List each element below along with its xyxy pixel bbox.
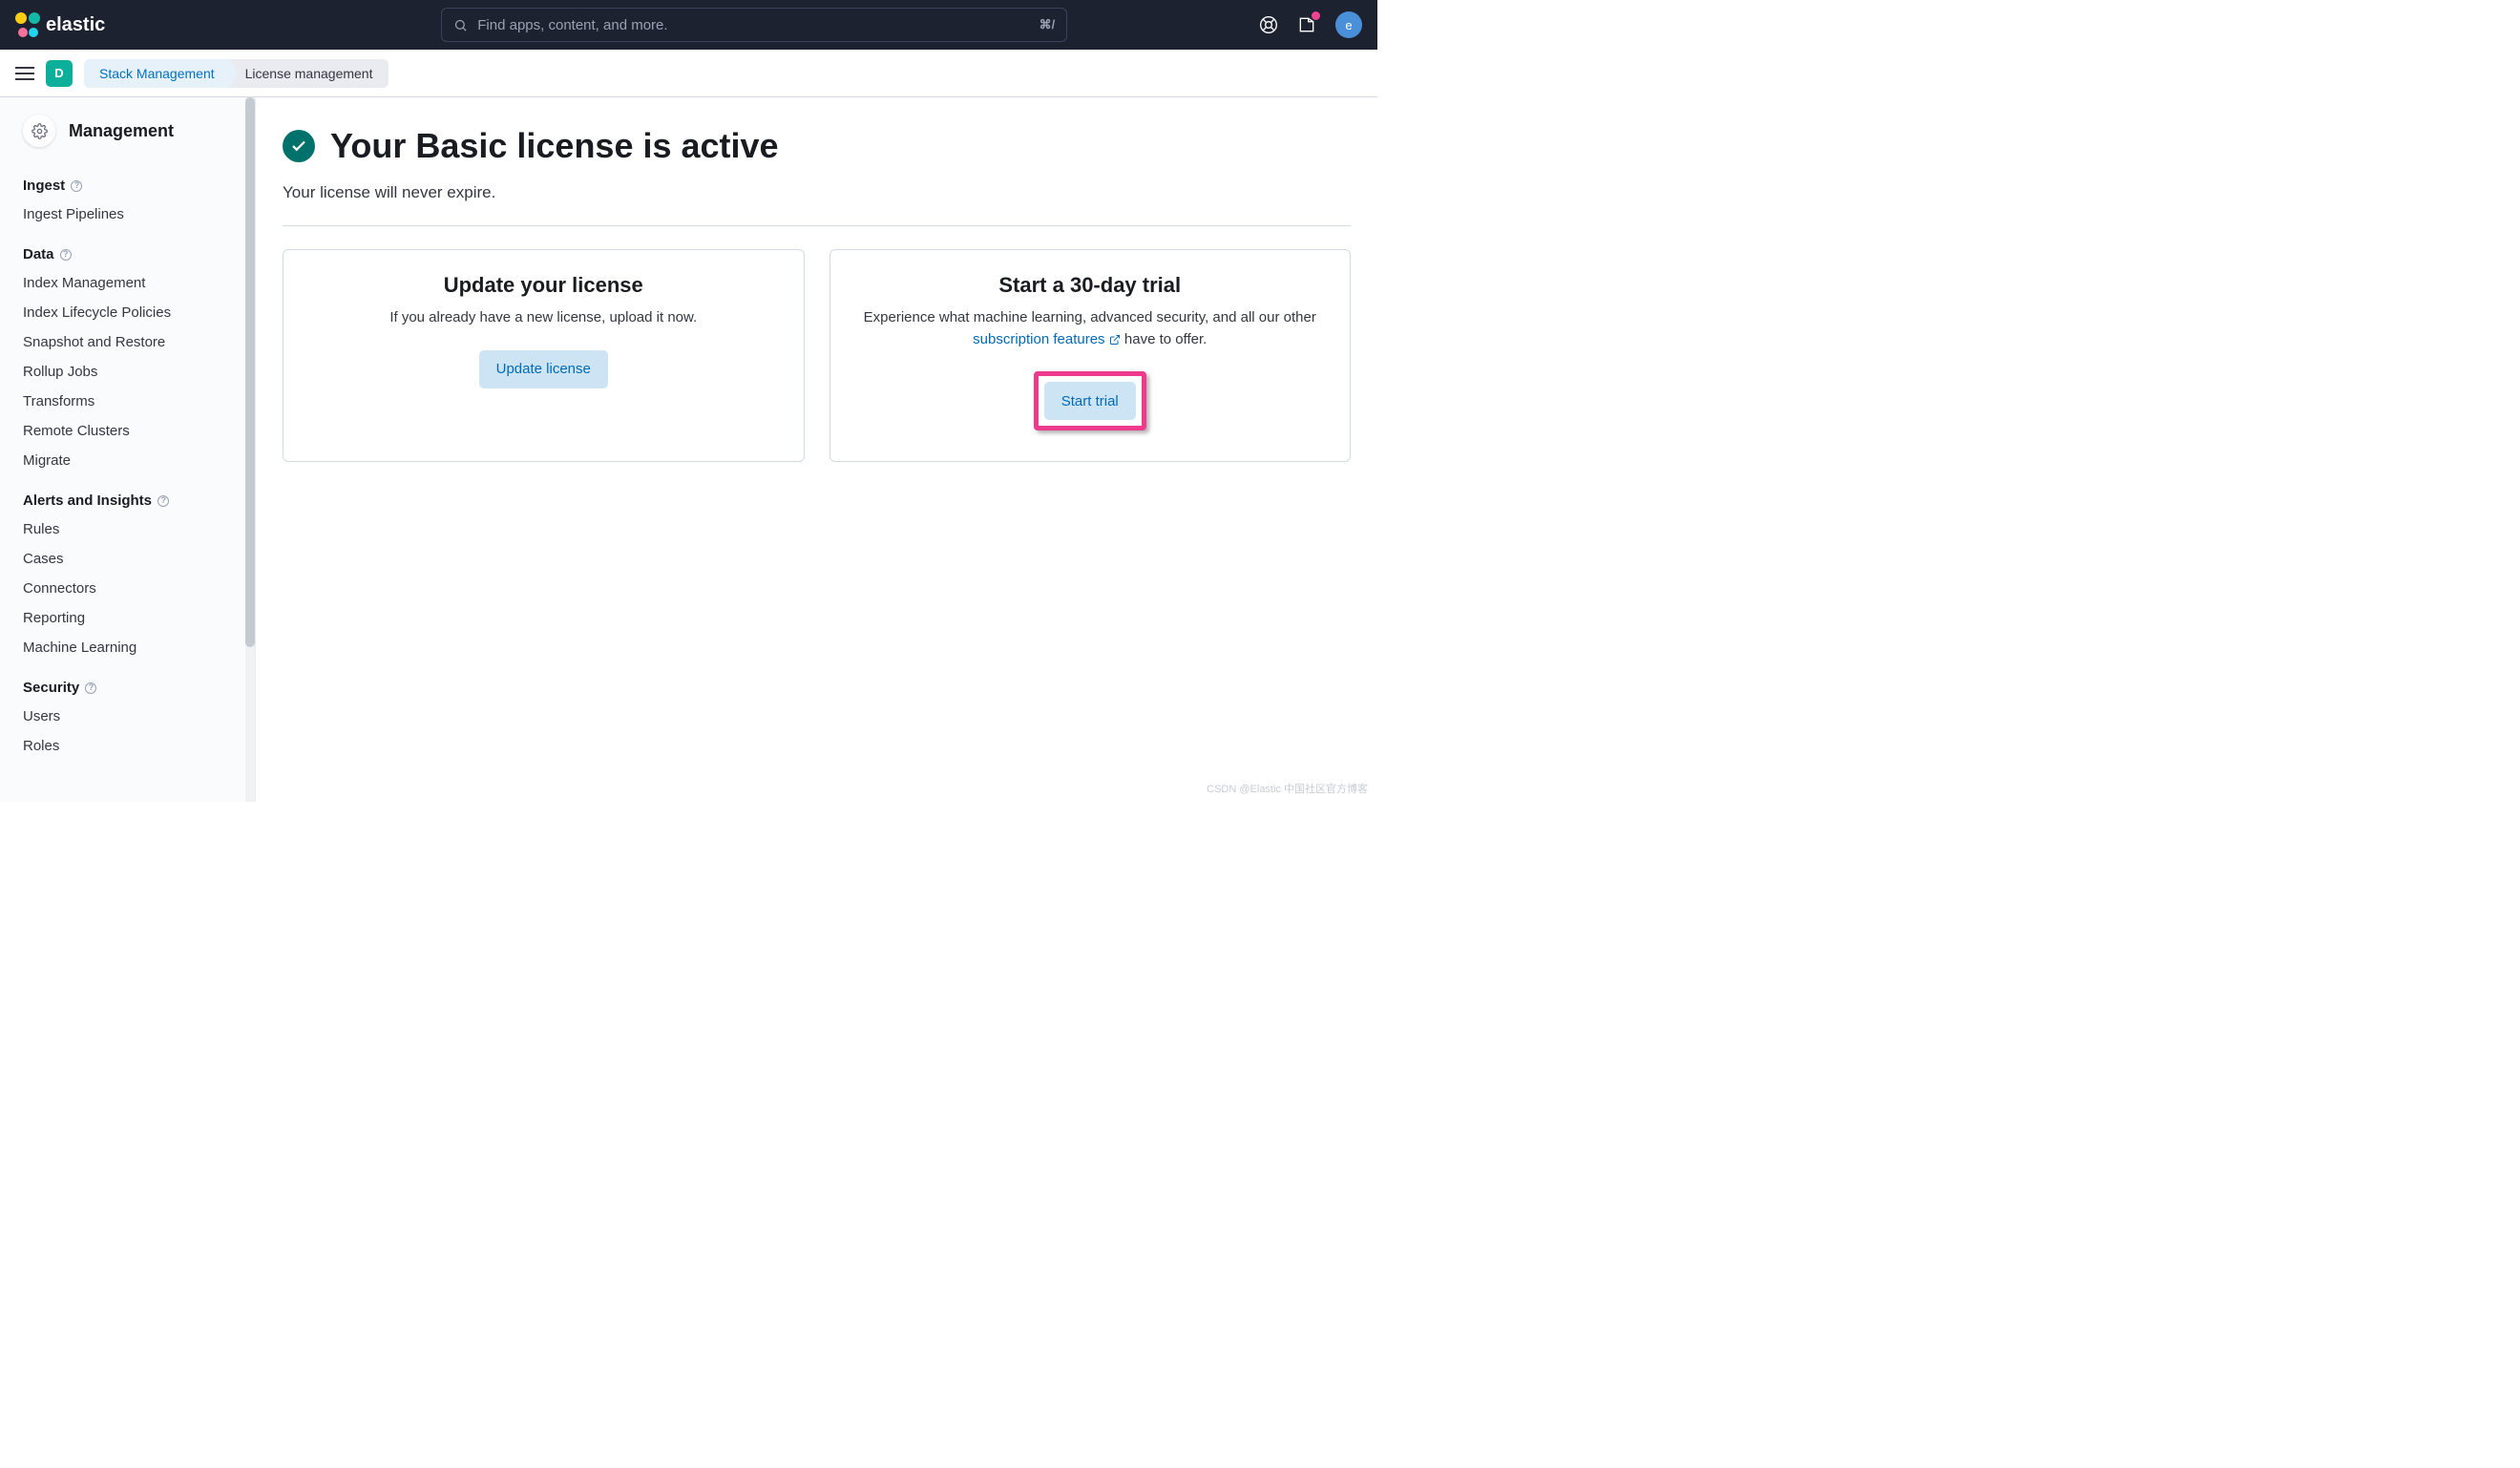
sidebar-item-reporting[interactable]: Reporting	[0, 603, 255, 633]
scrollbar-thumb[interactable]	[245, 97, 255, 647]
sidebar-title: Management	[69, 121, 174, 141]
sidebar-item-migrate[interactable]: Migrate	[0, 446, 255, 475]
sidebar-item-rollup-jobs[interactable]: Rollup Jobs	[0, 357, 255, 387]
sidebar-item-rules[interactable]: Rules	[0, 514, 255, 544]
card-heading: Update your license	[310, 273, 777, 298]
card-heading: Start a 30-day trial	[857, 273, 1324, 298]
update-license-card: Update your license If you already have …	[283, 249, 805, 462]
breadcrumb: Stack Management License management	[84, 59, 388, 88]
search-shortcut-hint: ⌘/	[1040, 17, 1056, 32]
help-icon[interactable]	[85, 682, 96, 694]
sidebar-item-snapshot-and-restore[interactable]: Snapshot and Restore	[0, 327, 255, 357]
sidebar-item-machine-learning[interactable]: Machine Learning	[0, 633, 255, 662]
search-input[interactable]	[477, 17, 1029, 33]
elastic-logo[interactable]: elastic	[15, 12, 105, 37]
sidebar-section-heading: Security	[0, 680, 255, 702]
sidebar-section-heading: Data	[0, 246, 255, 268]
card-text-post: have to offer.	[1121, 331, 1208, 347]
gear-icon	[23, 115, 55, 147]
sidebar-item-index-lifecycle-policies[interactable]: Index Lifecycle Policies	[0, 298, 255, 327]
search-icon	[453, 18, 468, 32]
help-icon[interactable]	[1259, 15, 1278, 34]
page-subtitle: Your license will never expire.	[283, 183, 1351, 202]
card-text-pre: Experience what machine learning, advanc…	[864, 309, 1316, 325]
logo-icon	[15, 12, 40, 37]
sidebar-item-ingest-pipelines[interactable]: Ingest Pipelines	[0, 199, 255, 229]
sidebar-item-index-management[interactable]: Index Management	[0, 268, 255, 298]
sub-header: D Stack Management License management	[0, 50, 1377, 97]
nav-toggle-button[interactable]	[15, 63, 34, 84]
breadcrumb-stack-management[interactable]: Stack Management	[84, 59, 230, 88]
watermark: CSDN @Elastic 中国社区官方博客	[1207, 781, 1368, 796]
page-title: Your Basic license is active	[330, 126, 779, 166]
space-selector[interactable]: D	[46, 60, 73, 87]
start-trial-button[interactable]: Start trial	[1044, 382, 1136, 420]
sidebar-item-transforms[interactable]: Transforms	[0, 387, 255, 416]
notification-dot	[1312, 11, 1320, 20]
sidebar-item-remote-clusters[interactable]: Remote Clusters	[0, 416, 255, 446]
card-text: Experience what machine learning, advanc…	[857, 307, 1324, 350]
card-text: If you already have a new license, uploa…	[310, 307, 777, 329]
sidebar-item-cases[interactable]: Cases	[0, 544, 255, 574]
newsfeed-icon[interactable]	[1297, 15, 1316, 34]
user-avatar[interactable]: e	[1335, 11, 1362, 38]
breadcrumb-license-management: License management	[230, 59, 388, 88]
update-license-button[interactable]: Update license	[479, 350, 608, 388]
help-icon[interactable]	[158, 495, 169, 507]
highlight-annotation: Start trial	[1034, 371, 1146, 430]
check-icon	[283, 130, 315, 162]
global-search[interactable]: ⌘/	[441, 8, 1067, 42]
sidebar-item-users[interactable]: Users	[0, 702, 255, 731]
sidebar-item-roles[interactable]: Roles	[0, 731, 255, 761]
brand-text: elastic	[46, 14, 105, 36]
sidebar-section-heading: Alerts and Insights	[0, 493, 255, 514]
main-content: Your Basic license is active Your licens…	[256, 97, 1377, 802]
start-trial-card: Start a 30-day trial Experience what mac…	[830, 249, 1352, 462]
sidebar-section-heading: Ingest	[0, 178, 255, 199]
external-link-icon	[1109, 334, 1121, 346]
sidebar-item-connectors[interactable]: Connectors	[0, 574, 255, 603]
help-icon[interactable]	[60, 249, 72, 261]
divider	[283, 225, 1351, 226]
global-header: elastic ⌘/ e	[0, 0, 1377, 50]
sidebar: Management Ingest Ingest Pipelines Data I…	[0, 97, 256, 802]
subscription-features-link[interactable]: subscription features	[973, 331, 1121, 347]
help-icon[interactable]	[71, 180, 82, 192]
